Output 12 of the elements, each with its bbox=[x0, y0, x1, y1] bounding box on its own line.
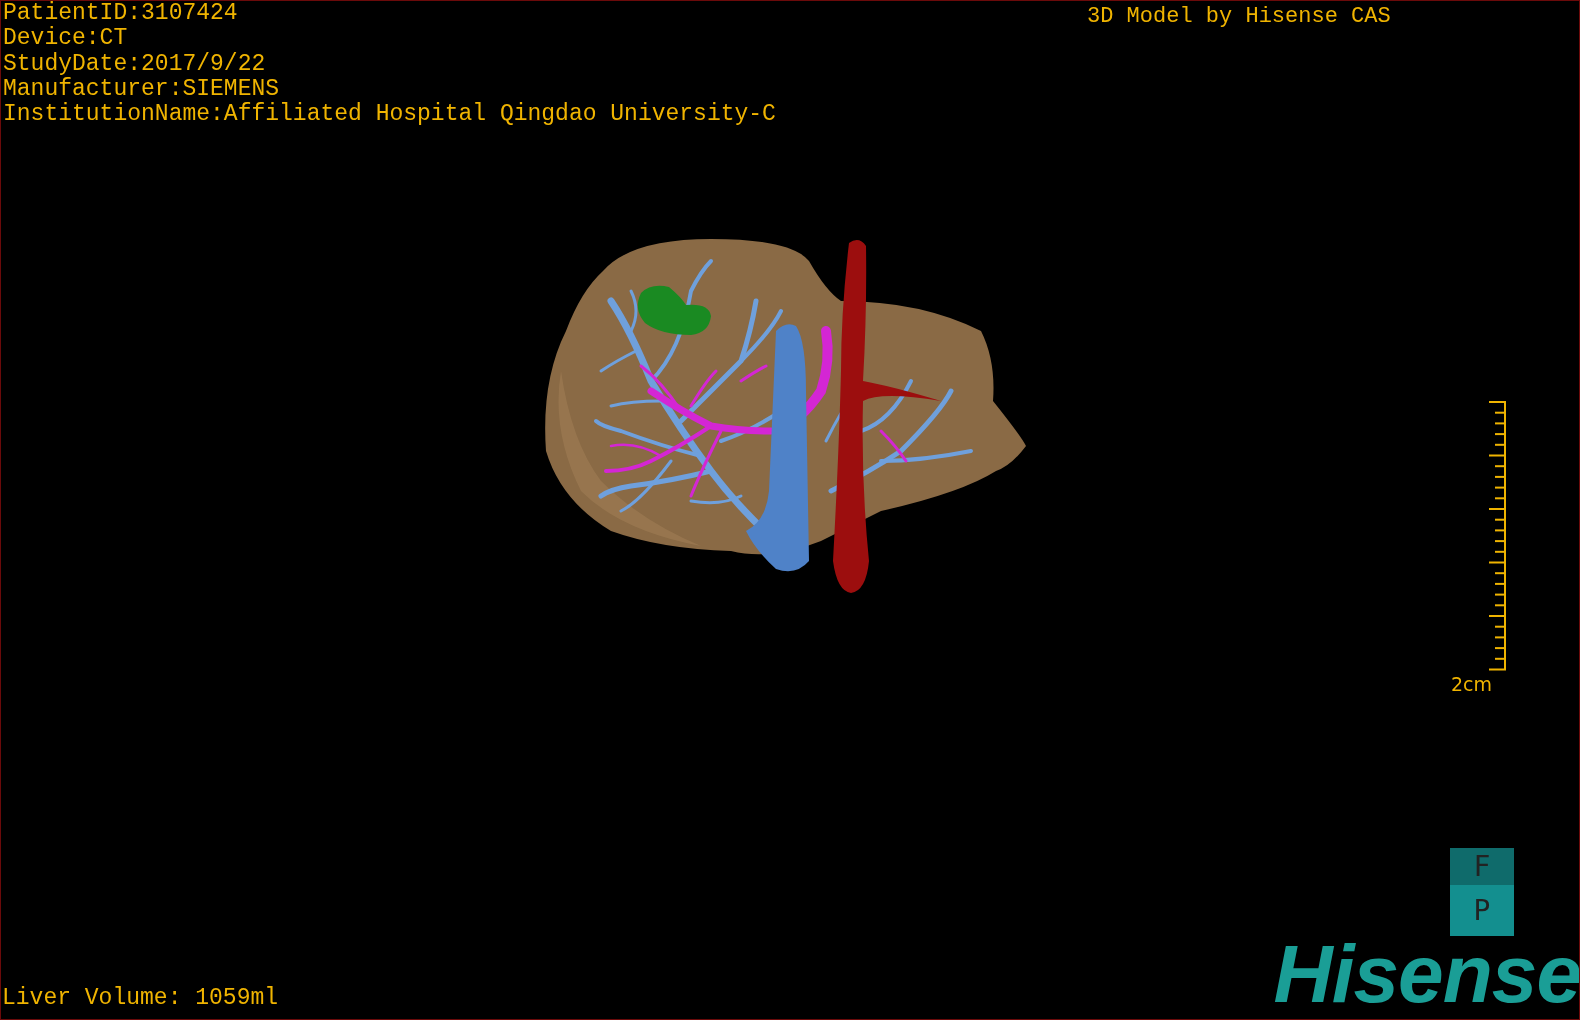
brand-logo: Hisense bbox=[1273, 933, 1579, 1015]
dicom-info-text: StudyDate:2017/9/22 bbox=[3, 51, 267, 77]
dicom-info-text: PatientID:3107424 bbox=[3, 1, 239, 26]
orientation-cube[interactable]: F P bbox=[1450, 848, 1514, 936]
dicom-info-text: Manufacturer:SIEMENS bbox=[3, 76, 281, 102]
liver-volume-text: Liver Volume: 1059ml bbox=[2, 985, 279, 1011]
cube-face-label: P bbox=[1450, 885, 1514, 936]
dicom-info-text: InstitutionName:Affiliated Hospital Qingdao University-C bbox=[3, 102, 776, 128]
scale-bar-label: 2cm bbox=[1451, 673, 1493, 695]
model-title: 3D Model by Hisense CAS bbox=[1087, 4, 1391, 29]
dicom-info-text: Device:CT bbox=[3, 26, 129, 52]
cube-face-label: F bbox=[1450, 848, 1514, 885]
